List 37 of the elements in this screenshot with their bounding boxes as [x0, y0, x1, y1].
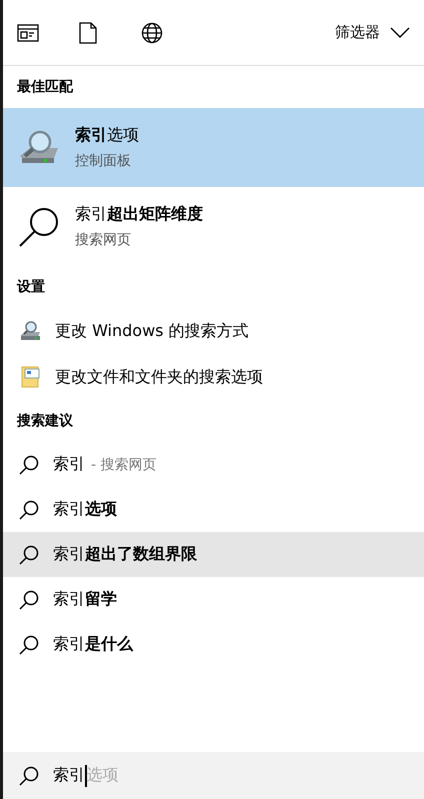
suggestion-text: 索引 — [53, 454, 85, 473]
document-icon[interactable] — [79, 22, 97, 44]
search-result[interactable]: 索引超出矩阵维度 搜索网页 — [3, 187, 424, 266]
search-suggestion[interactable]: 索引 - 搜索网页 — [3, 442, 424, 487]
search-suggestion[interactable]: 索引留学 — [3, 577, 424, 622]
search-icon — [19, 766, 39, 786]
suggestion-text: 索引是什么 — [53, 634, 133, 653]
search-icon — [19, 634, 39, 654]
search-suggestion[interactable]: 索引是什么 — [3, 622, 424, 667]
result-subtitle: 控制面板 — [75, 152, 132, 171]
app-window-icon[interactable] — [17, 24, 39, 42]
suggestion-text: 索引留学 — [53, 589, 117, 608]
globe-icon[interactable] — [141, 22, 163, 44]
section-heading: 搜索建议 — [17, 412, 73, 430]
folder-options-icon — [21, 366, 41, 388]
suggestion-text: 索引超出了数组界限 — [53, 544, 197, 563]
search-icon — [19, 544, 39, 564]
filter-dropdown[interactable]: 筛选器 — [331, 19, 414, 46]
result-title: 索引超出矩阵维度 — [75, 203, 203, 225]
search-result[interactable]: 索引选项 控制面板 — [3, 108, 424, 187]
drive-magnifier-icon — [20, 321, 42, 341]
search-icon — [19, 454, 39, 474]
chevron-down-icon — [390, 27, 410, 38]
search-icon — [18, 206, 60, 248]
section-heading: 设置 — [17, 278, 45, 296]
suggestion-note: - 搜索网页 — [91, 457, 157, 473]
result-title: 索引选项 — [75, 124, 139, 146]
drive-magnifier-icon — [18, 130, 60, 166]
search-icon — [19, 590, 39, 610]
search-icon — [19, 500, 39, 520]
section-heading: 最佳匹配 — [17, 78, 73, 96]
suggestion-text: 索引选项 — [53, 499, 117, 518]
result-subtitle: 搜索网页 — [75, 231, 132, 250]
search-suggestion[interactable]: 索引超出了数组界限 — [3, 532, 424, 577]
settings-item[interactable]: 更改文件和文件夹的搜索选项 — [3, 354, 424, 400]
settings-item[interactable]: 更改 Windows 的搜索方式 — [3, 308, 424, 354]
search-suggestion[interactable]: 索引选项 — [3, 487, 424, 532]
